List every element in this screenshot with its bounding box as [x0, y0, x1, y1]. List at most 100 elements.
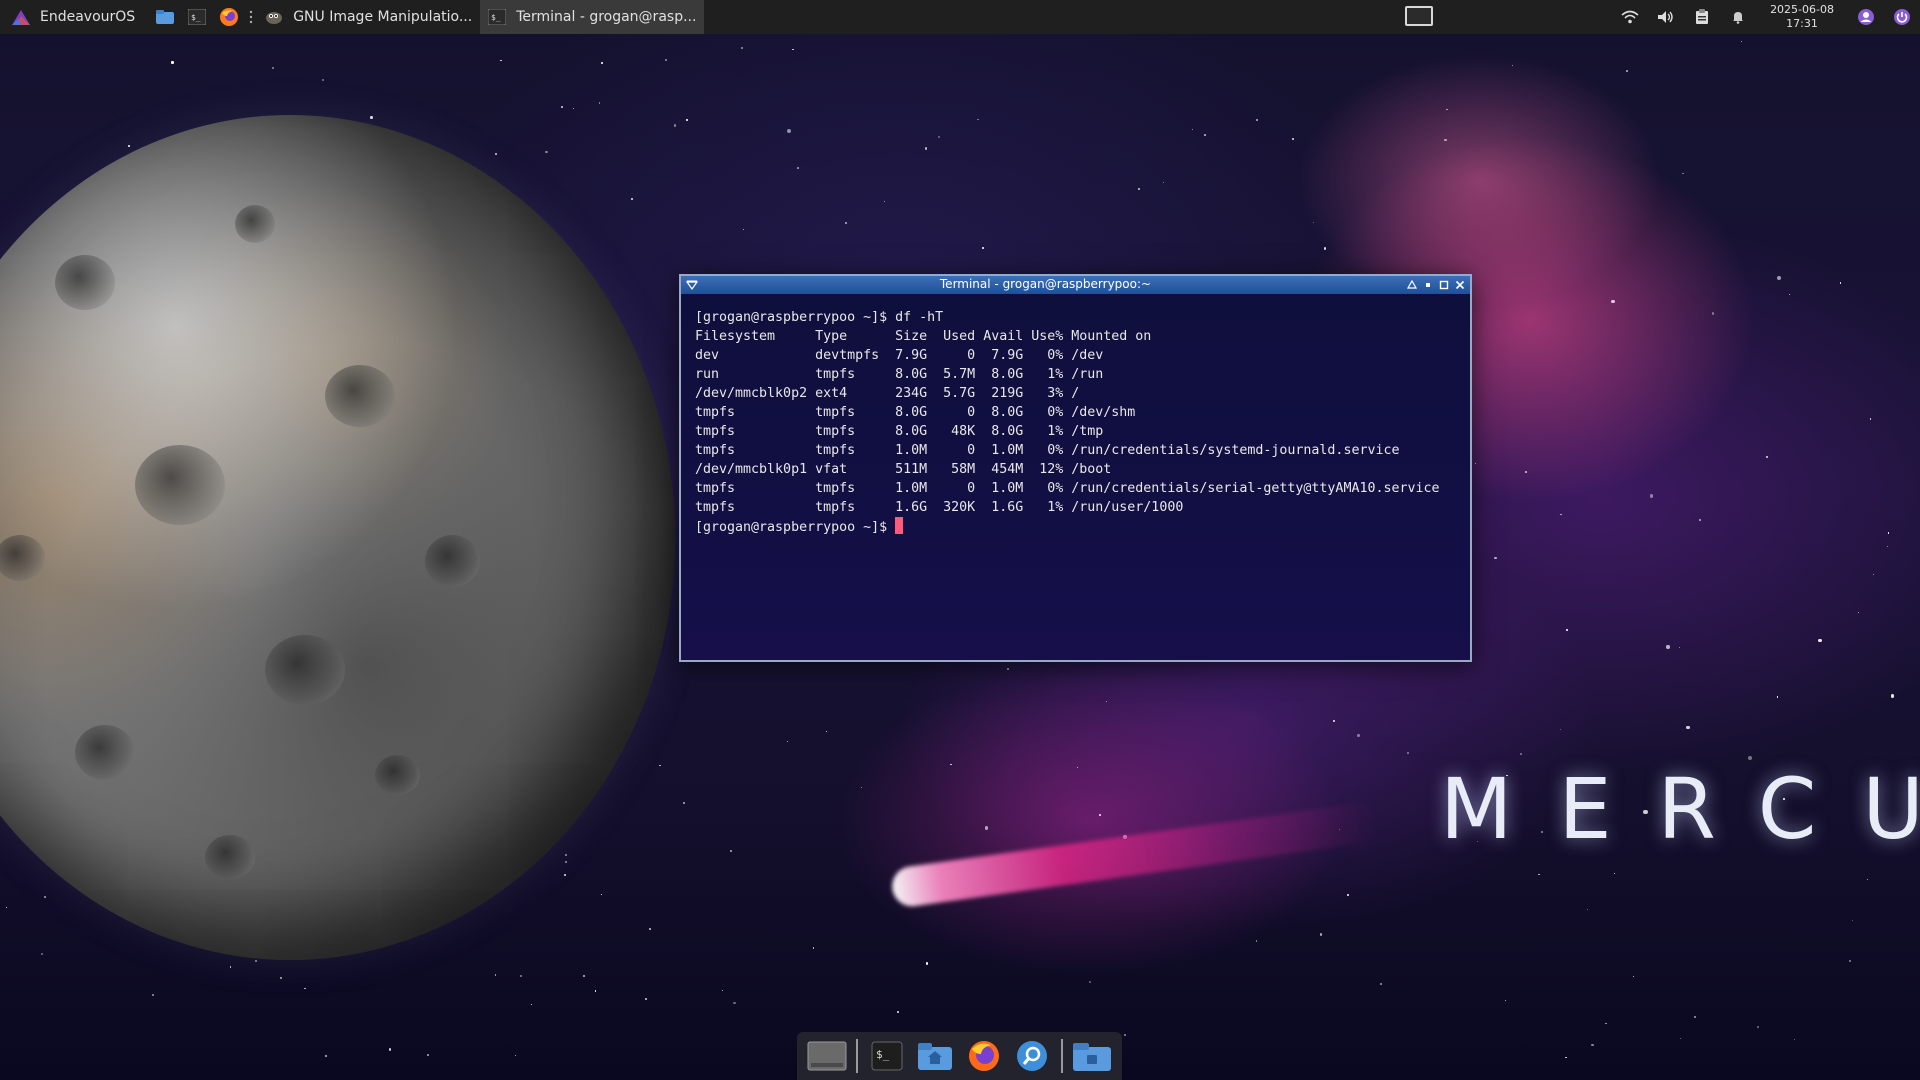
launcher-more-handle[interactable]	[247, 6, 255, 28]
star	[686, 119, 688, 121]
star	[1204, 134, 1206, 136]
star	[1650, 494, 1654, 498]
star	[515, 1054, 517, 1057]
application-menu-button[interactable]: EndeavourOS	[0, 0, 149, 34]
folder-icon	[1072, 1043, 1111, 1071]
dock-home-folder[interactable]	[915, 1036, 955, 1076]
session-menu-button[interactable]	[1892, 7, 1912, 27]
svg-text:$_: $_	[876, 1048, 890, 1061]
star	[565, 860, 568, 863]
shade-button[interactable]	[1404, 277, 1420, 293]
star	[938, 135, 941, 138]
star	[1560, 513, 1562, 516]
star	[682, 802, 685, 805]
star	[741, 47, 744, 50]
clock[interactable]: 2025-06-08 17:31	[1770, 3, 1834, 31]
star	[389, 1048, 392, 1051]
star	[272, 67, 275, 70]
star	[44, 896, 46, 898]
star	[1520, 753, 1523, 756]
star	[494, 153, 497, 155]
show-desktop-icon	[807, 1041, 847, 1071]
dock-app-finder[interactable]	[1012, 1036, 1052, 1076]
crater	[235, 205, 275, 243]
star	[1319, 933, 1322, 936]
user-avatar-button[interactable]	[1856, 7, 1876, 27]
search-icon	[1017, 1041, 1048, 1071]
star	[1255, 118, 1258, 122]
bell-icon	[1733, 12, 1744, 24]
star	[1840, 282, 1842, 284]
star	[950, 763, 953, 766]
star	[1766, 455, 1769, 458]
terminal-launcher[interactable]: $_	[186, 6, 208, 28]
notifications-button[interactable]	[1728, 7, 1748, 27]
terminal-window[interactable]: Terminal - grogan@raspberrypoo:~ [grogan…	[679, 274, 1472, 662]
maximize-icon	[1439, 280, 1449, 290]
star	[897, 1011, 899, 1013]
star	[1006, 668, 1009, 671]
star	[5, 906, 7, 909]
shade-up-icon	[1407, 280, 1417, 289]
star	[1888, 532, 1890, 534]
file-manager-launcher[interactable]	[154, 6, 176, 28]
crater	[75, 725, 135, 780]
star	[1793, 1038, 1795, 1041]
star	[883, 201, 885, 203]
dock-terminal[interactable]: $_	[867, 1036, 907, 1076]
taskbar-item-gimp[interactable]: GNU Image Manipulatio...	[257, 0, 480, 34]
gimp-icon	[266, 12, 283, 24]
star	[1614, 872, 1616, 874]
terminal-line: [grogan@raspberrypoo ~]$ df -hT	[695, 310, 944, 325]
dock-file-manager[interactable]	[1072, 1036, 1112, 1076]
application-menu-label: EndeavourOS	[40, 9, 136, 25]
star	[787, 741, 789, 743]
terminal-output[interactable]: [grogan@raspberrypoo ~]$ df -hT Filesyste…	[681, 294, 1470, 660]
network-status-button[interactable]	[1620, 7, 1640, 27]
star	[1106, 701, 1108, 703]
clipboard-button[interactable]	[1692, 7, 1712, 27]
crater	[135, 445, 225, 525]
star	[40, 952, 43, 955]
clock-date: 2025-06-08	[1770, 3, 1834, 16]
workspace-switcher[interactable]	[1405, 6, 1433, 26]
star	[1857, 611, 1860, 613]
terminal-line: tmpfs tmpfs 8.0G 48K 8.0G 1% /tmp	[695, 424, 1104, 439]
crater	[0, 535, 45, 581]
minimize-icon	[1426, 283, 1430, 287]
star	[1686, 725, 1690, 729]
planet-mercury-image	[0, 115, 675, 960]
star	[152, 994, 154, 996]
star	[255, 959, 258, 962]
close-icon	[1455, 280, 1465, 290]
star	[1756, 1026, 1759, 1029]
maximize-button[interactable]	[1436, 277, 1452, 293]
star	[1525, 471, 1527, 473]
star	[1679, 1037, 1682, 1039]
comet-streak	[889, 801, 1381, 909]
close-button[interactable]	[1452, 277, 1468, 293]
endeavouros-logo-icon	[12, 10, 30, 25]
star	[1788, 294, 1790, 296]
svg-text:$_: $_	[191, 13, 201, 22]
terminal-line: tmpfs tmpfs 1.0M 0 1.0M 0% /run/credenti…	[695, 443, 1400, 458]
dock-firefox[interactable]	[964, 1036, 1004, 1076]
volume-button[interactable]	[1656, 7, 1676, 27]
star	[631, 198, 633, 200]
show-desktop-button[interactable]	[807, 1036, 847, 1076]
taskbar-item-terminal[interactable]: $_ Terminal - grogan@rasp...	[480, 0, 705, 34]
terminal-prompt-line[interactable]: [grogan@raspberrypoo ~]$	[695, 517, 1470, 537]
minimize-button[interactable]	[1420, 277, 1436, 293]
window-titlebar[interactable]: Terminal - grogan@raspberrypoo:~	[681, 276, 1470, 294]
star	[733, 1002, 736, 1005]
clock-time: 17:31	[1786, 17, 1818, 30]
star	[649, 928, 652, 931]
firefox-icon	[220, 8, 239, 26]
firefox-launcher[interactable]	[218, 6, 240, 28]
star	[1818, 638, 1822, 643]
star	[730, 850, 733, 853]
star	[1633, 976, 1635, 978]
star	[664, 58, 668, 61]
terminal-line: dev devtmpfs 7.9G 0 7.9G 0% /dev	[695, 348, 1104, 363]
terminal-line: /dev/mmcblk0p2 ext4 234G 5.7G 219G 3% /	[695, 386, 1080, 401]
